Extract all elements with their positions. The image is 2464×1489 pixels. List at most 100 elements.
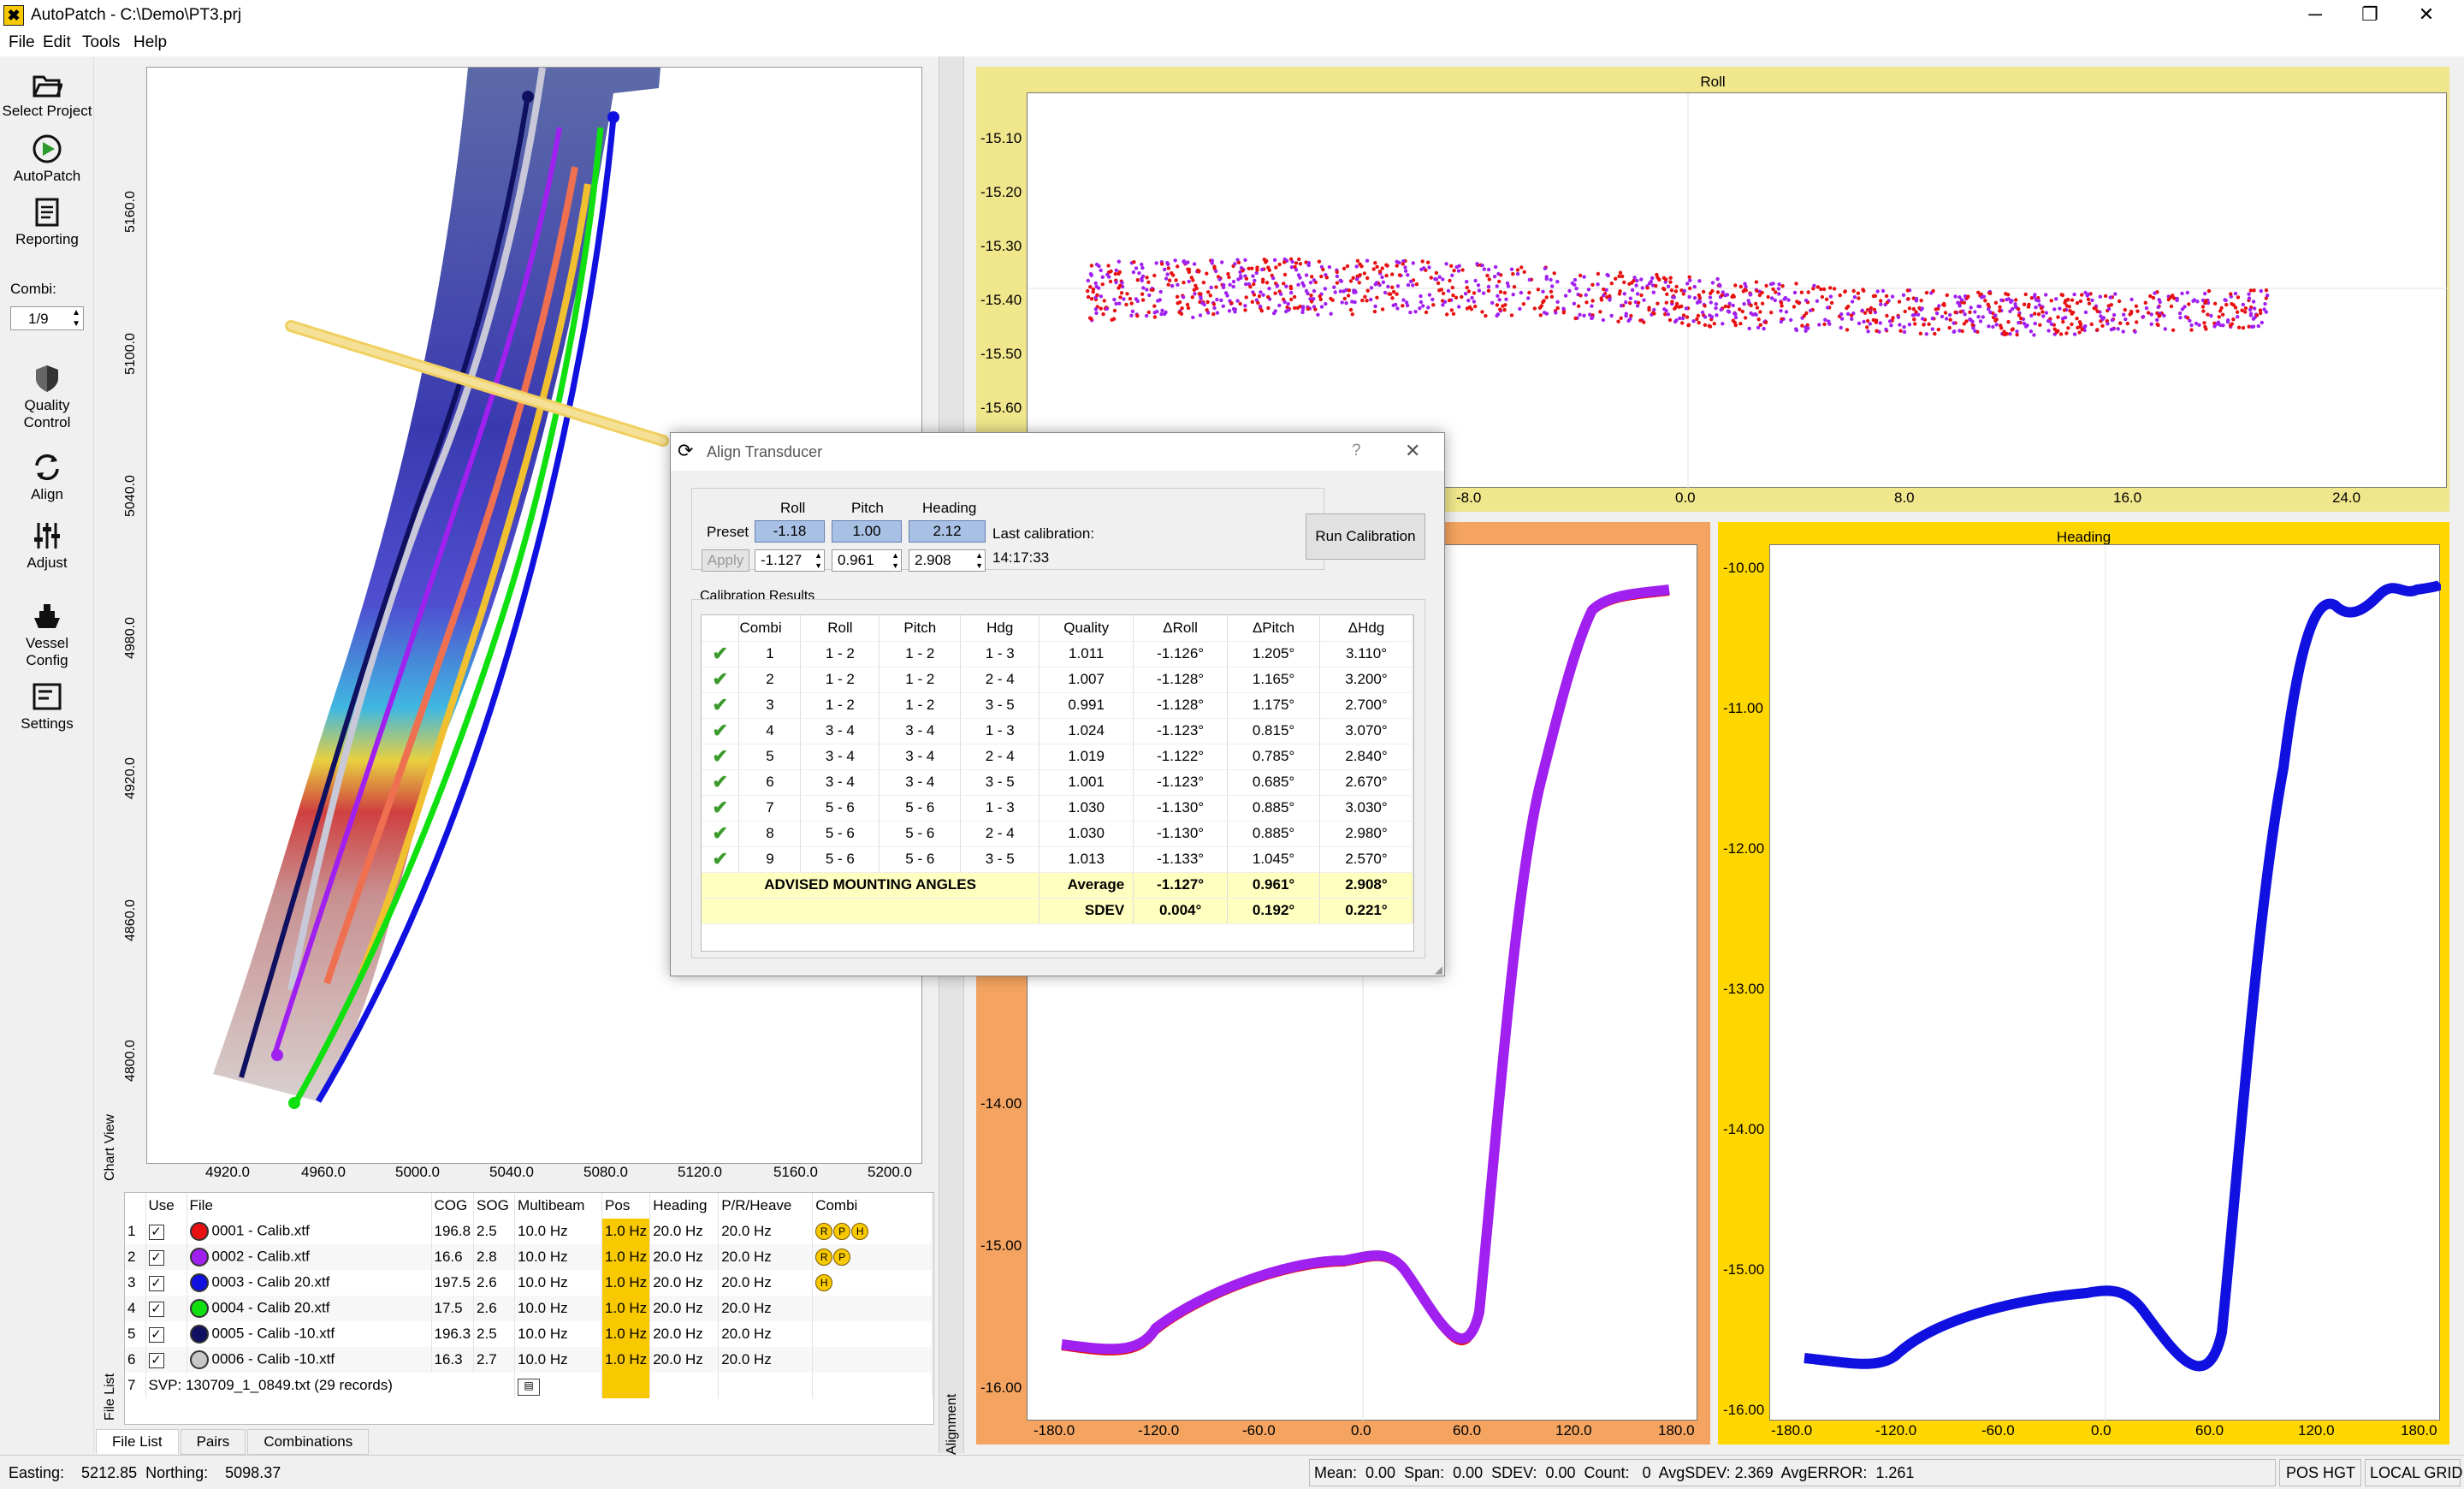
autopatch-button[interactable]: AutoPatch [0,133,94,185]
calibration-row[interactable]: ✔ 4 3 - 43 - 41 - 3 1.024 -1.123° 0.815° 3.070… [702,718,1413,744]
calibration-row[interactable]: ✔ 2 1 - 21 - 22 - 4 1.007 -1.128° 1.165° 3.200… [702,667,1413,693]
roll-spinbox[interactable]: -1.127 ▲ ▼ [755,549,825,572]
combi-spinbox[interactable]: 1/9 ▲ ▼ [10,306,84,330]
adjust-button[interactable]: Adjust [0,520,94,572]
map-x-tick: 5040.0 [489,1164,534,1180]
menu-help[interactable]: Help [133,33,167,52]
cal-col-quality[interactable]: Quality [1039,615,1134,642]
pitch-x-tick: -60.0 [1242,1422,1276,1439]
svp-row[interactable]: 7 SVP: 130709_1_0849.txt (29 records) ▤ [125,1373,933,1398]
cal-cell: 2 - 4 [960,821,1040,847]
file-row[interactable]: 3 ✓ 0003 - Calib 20.xtf 197.5 2.6 10.0 Hz 1.0 … [125,1270,933,1296]
col-use[interactable]: Use [145,1193,187,1219]
dialog-title-bar[interactable]: ⟳ Align Transducer ? ✕ [671,433,1444,471]
heading-plot-area[interactable] [1769,544,2445,1421]
roll-point [2215,322,2219,326]
cal-col-roll[interactable]: Roll [800,615,880,642]
cal-cell: -1.122° [1133,744,1229,770]
file-color-icon[interactable] [189,1325,209,1344]
file-color-icon[interactable] [189,1273,209,1292]
dialog-resize-grip-icon[interactable]: ◢ [1435,964,1442,976]
reporting-button[interactable]: Reporting [0,197,94,248]
settings-button[interactable]: Settings [0,681,94,733]
use-checkbox[interactable]: ✓ [148,1327,164,1343]
tab-combinations[interactable]: Combinations [247,1429,370,1455]
calibration-row[interactable]: ✔ 9 5 - 65 - 63 - 5 1.013 -1.133° 1.045° 2.570… [702,846,1413,873]
cal-col-combi[interactable]: Combi [738,615,802,642]
use-checkbox[interactable]: ✓ [148,1353,164,1368]
align-button[interactable]: Align [0,452,94,503]
use-checkbox[interactable]: ✓ [148,1276,164,1291]
heading-spinbox[interactable]: 2.908 ▲ ▼ [909,549,986,572]
roll-point [1902,325,1906,329]
file-row[interactable]: 6 ✓ 0006 - Calib -10.xtf 16.3 2.7 10.0 Hz 1.0 … [125,1347,933,1373]
col-combi[interactable]: Combi [812,1193,933,1219]
dialog-help-button[interactable]: ? [1352,442,1361,460]
cal-col-pitch[interactable]: Pitch [879,615,962,642]
roll-point [1770,296,1774,300]
cal-col-hdg[interactable]: Hdg [960,615,1040,642]
col-cog[interactable]: COG [431,1193,475,1219]
roll-point [1861,288,1865,292]
calibration-row[interactable]: ✔ 6 3 - 43 - 43 - 5 1.001 -1.123° 0.685° 2.670… [702,769,1413,796]
svp-edit-icon[interactable]: ▤ [518,1378,541,1396]
apply-button[interactable]: Apply [702,549,749,572]
file-color-icon[interactable] [189,1248,209,1267]
menu-tools[interactable]: Tools [82,33,120,52]
cal-col-dpitch[interactable]: ΔPitch [1227,615,1320,642]
roll-point [1733,283,1738,288]
col-prh[interactable]: P/R/Heave [718,1193,814,1219]
pitch-spin-arrows-icon[interactable]: ▲ ▼ [891,550,899,571]
roll-point [1397,273,1402,277]
file-color-icon[interactable] [189,1299,209,1318]
vessel-config-button[interactable]: Vessel Config [0,601,94,669]
tab-file-list[interactable]: File List [96,1429,179,1454]
calibration-row[interactable]: ✔ 1 1 - 21 - 21 - 3 1.011 -1.126° 1.205° 3.110… [702,641,1413,667]
cal-cell: 2 [738,667,802,693]
file-color-icon[interactable] [189,1350,209,1369]
roll-point [1573,282,1577,287]
roll-point [1636,300,1641,305]
combi-spin-arrows-icon[interactable]: ▲ ▼ [72,307,80,329]
col-heading[interactable]: Heading [649,1193,720,1219]
run-calibration-button[interactable]: Run Calibration [1306,513,1425,560]
menu-edit[interactable]: Edit [43,33,71,52]
close-window-button[interactable]: ✕ [2401,2,2452,27]
roll-point [1294,268,1299,272]
quality-control-button[interactable]: Quality Control [0,363,94,431]
roll-point [1823,317,1827,322]
calibration-row[interactable]: ✔ 8 5 - 65 - 62 - 4 1.030 -1.130° 0.885° 2.980… [702,821,1413,847]
file-row[interactable]: 1 ✓ 0001 - Calib.xtf 196.8 2.5 10.0 Hz 1.0 Hz 2… [125,1219,933,1244]
tab-pairs[interactable]: Pairs [180,1429,246,1455]
use-checkbox[interactable]: ✓ [148,1225,164,1240]
calibration-row[interactable]: ✔ 5 3 - 43 - 42 - 4 1.019 -1.122° 0.785° 2.840… [702,744,1413,770]
col-multibeam[interactable]: Multibeam [514,1193,603,1219]
roll-point [1869,306,1874,311]
minimize-button[interactable]: ─ [2289,2,2341,27]
file-row[interactable]: 2 ✓ 0002 - Calib.xtf 16.6 2.8 10.0 Hz 1.0 Hz 20… [125,1244,933,1270]
dialog-close-button[interactable]: ✕ [1405,440,1420,462]
cal-col-dhdg[interactable]: ΔHdg [1319,615,1413,642]
col-file[interactable]: File [187,1193,432,1219]
roll-point [1255,268,1259,272]
pitch-spinbox[interactable]: 0.961 ▲ ▼ [832,549,902,572]
col-pos[interactable]: Pos [601,1193,651,1219]
menu-file[interactable]: File [9,33,35,52]
file-row[interactable]: 4 ✓ 0004 - Calib 20.xtf 17.5 2.6 10.0 Hz 1.0 H… [125,1296,933,1321]
heading-spin-arrows-icon[interactable]: ▲ ▼ [975,550,983,571]
calibration-row[interactable]: ✔ 3 1 - 21 - 23 - 5 0.991 -1.128° 1.175° 2.700… [702,692,1413,719]
roll-point [1657,277,1661,282]
cal-col-droll[interactable]: ΔRoll [1133,615,1229,642]
roll-point [1221,304,1225,308]
col-sog[interactable]: SOG [473,1193,516,1219]
use-checkbox[interactable]: ✓ [148,1302,164,1317]
map-y-tick: 4920.0 [123,757,138,799]
roll-plot-area[interactable] [1027,92,2448,489]
use-checkbox[interactable]: ✓ [148,1250,164,1266]
file-row[interactable]: 5 ✓ 0005 - Calib -10.xtf 196.3 2.5 10.0 Hz 1.0… [125,1321,933,1347]
file-color-icon[interactable] [189,1222,209,1241]
calibration-row[interactable]: ✔ 7 5 - 65 - 61 - 3 1.030 -1.130° 0.885° 3.030… [702,795,1413,822]
roll-spin-arrows-icon[interactable]: ▲ ▼ [814,550,822,571]
restore-button[interactable]: ❐ [2344,2,2396,27]
select-project-button[interactable]: Select Project [0,70,94,120]
